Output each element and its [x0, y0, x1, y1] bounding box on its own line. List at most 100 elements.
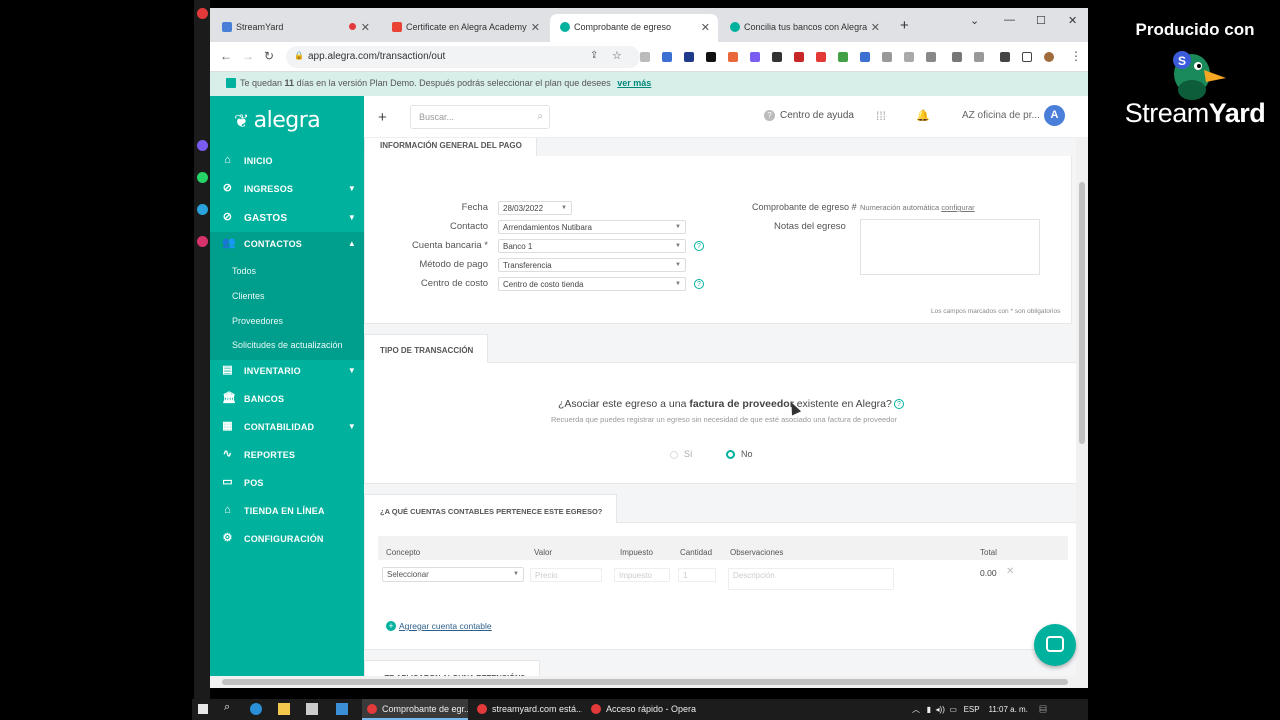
tab-comprobante[interactable]: Comprobante de egreso ✕	[550, 14, 718, 42]
tray-chevron-icon[interactable]: ︿	[912, 705, 920, 714]
sidebar-item-bancos[interactable]: 🏛 BANCOS	[210, 385, 364, 413]
extension-icon[interactable]	[974, 52, 984, 62]
browser-menu-icon[interactable]: ⋮	[1070, 49, 1082, 63]
language-indicator[interactable]: ESP	[964, 705, 980, 714]
tab-streamyard[interactable]: StreamYard ✕	[212, 14, 378, 42]
bank-help-icon[interactable]: ?	[694, 241, 704, 251]
radio-yes[interactable]: Sí	[670, 449, 693, 459]
date-field[interactable]: 28/03/2022 ▼	[498, 201, 572, 215]
see-more-link[interactable]: ver más	[617, 78, 651, 88]
avatar[interactable]: A	[1044, 105, 1065, 126]
extension-icon[interactable]	[882, 52, 892, 62]
bookmark-star-icon[interactable]: ☆	[612, 49, 622, 62]
reload-icon[interactable]: ↻	[264, 49, 274, 63]
extension-icon[interactable]	[926, 52, 936, 62]
radio-no[interactable]: No	[726, 449, 753, 460]
taskbar-app-streamyard[interactable]: streamyard.com está...	[472, 699, 582, 720]
transaction-help-icon[interactable]: ?	[894, 399, 904, 409]
taskbar-app-opera[interactable]: Acceso rápido - Opera	[586, 699, 696, 720]
extension-icon[interactable]	[640, 52, 650, 62]
extension-icon[interactable]	[860, 52, 870, 62]
close-tab-icon[interactable]: ✕	[701, 21, 710, 34]
extension-icon[interactable]	[904, 52, 914, 62]
windows-start-icon[interactable]	[198, 704, 208, 714]
close-window-button[interactable]: ✕	[1068, 14, 1077, 27]
share-icon[interactable]: ⇪	[590, 50, 598, 61]
close-tab-icon[interactable]: ✕	[871, 21, 880, 34]
extension-icon[interactable]	[728, 52, 738, 62]
back-arrow-icon[interactable]: ←	[220, 49, 232, 63]
submenu-item-solicitudes[interactable]: Solicitudes de actualización	[232, 340, 343, 350]
chat-support-button[interactable]	[1034, 624, 1076, 666]
vertical-scrollbar[interactable]	[1076, 138, 1088, 688]
url-input[interactable]: 🔒 app.alegra.com/transaction/out	[286, 46, 640, 68]
extension-icon[interactable]	[952, 52, 962, 62]
extension-icon[interactable]	[684, 52, 694, 62]
mail-icon[interactable]	[336, 703, 348, 715]
apps-grid-icon[interactable]: ⁞⁞⁞	[876, 109, 886, 123]
close-tab-icon[interactable]: ✕	[361, 21, 370, 34]
sidebar-item-gastos[interactable]: ⊘ GASTOS ▼	[210, 204, 364, 232]
cost-center-help-icon[interactable]: ?	[694, 279, 704, 289]
extension-icon[interactable]	[772, 52, 782, 62]
notifications-icon[interactable]: ▤	[1039, 705, 1047, 714]
extension-icon[interactable]	[794, 52, 804, 62]
extension-icon[interactable]	[750, 52, 760, 62]
concept-select[interactable]: Seleccionar ▼	[382, 567, 524, 582]
store-icon[interactable]	[306, 703, 318, 715]
horizontal-scrollbar[interactable]	[210, 676, 1088, 688]
description-input[interactable]: Descripción	[728, 568, 894, 590]
sidebar-item-ingresos[interactable]: ⊘ INGRESOS ▼	[210, 175, 364, 203]
submenu-item-clientes[interactable]: Clientes	[232, 291, 265, 301]
scrollbar-thumb[interactable]	[222, 679, 1068, 685]
puzzle-extensions-icon[interactable]	[1000, 52, 1010, 62]
search-input[interactable]: Buscar... ⌕	[410, 105, 550, 129]
tax-select[interactable]: Impuesto	[614, 568, 670, 582]
close-tab-icon[interactable]: ✕	[531, 21, 540, 34]
extension-icon[interactable]	[838, 52, 848, 62]
submenu-item-todos[interactable]: Todos	[232, 266, 256, 276]
search-icon[interactable]: ⌕	[224, 701, 236, 713]
sidebar-item-inventario[interactable]: ▤ INVENTARIO ▼	[210, 357, 364, 385]
taskbar-app-comprobante[interactable]: Comprobante de egr...	[362, 699, 468, 720]
tab-certificate[interactable]: Certificate en Alegra Academy ✕	[382, 14, 548, 42]
new-tab-button[interactable]: +	[900, 17, 909, 34]
help-center-link[interactable]: ? Centro de ayuda	[764, 110, 854, 121]
add-account-link[interactable]: + Agregar cuenta contable	[386, 621, 492, 631]
bell-icon[interactable]: 🔔	[916, 109, 930, 122]
quantity-stepper[interactable]: 1	[678, 568, 716, 582]
cost-center-select[interactable]: Centro de costo tienda ▼	[498, 277, 686, 291]
file-explorer-icon[interactable]	[278, 703, 290, 715]
extension-icon[interactable]	[816, 52, 826, 62]
edge-icon[interactable]	[250, 703, 262, 715]
network-icon[interactable]: ▭	[949, 705, 957, 714]
submenu-item-proveedores[interactable]: Proveedores	[232, 316, 283, 326]
price-input[interactable]: Precio	[530, 568, 602, 582]
notes-textarea[interactable]	[860, 219, 1040, 275]
battery-icon[interactable]: ▮	[927, 705, 931, 714]
extension-icon[interactable]	[662, 52, 672, 62]
payment-method-select[interactable]: Transferencia ▼	[498, 258, 686, 272]
quick-add-button[interactable]: +	[378, 109, 387, 126]
sidebar-item-configuracion[interactable]: ⚙ CONFIGURACIÓN	[210, 525, 364, 553]
forward-arrow-icon[interactable]: →	[242, 49, 254, 63]
extension-icon[interactable]	[706, 52, 716, 62]
minimize-button[interactable]: —	[1004, 14, 1015, 26]
sidebar-toggle-icon[interactable]	[1022, 52, 1032, 62]
tab-search-icon[interactable]: ⌄	[970, 14, 979, 27]
bank-account-select[interactable]: Banco 1 ▼	[498, 239, 686, 253]
sidebar-item-reportes[interactable]: ∿ REPORTES	[210, 441, 364, 469]
sidebar-item-inicio[interactable]: ⌂ INICIO	[210, 147, 364, 175]
sidebar-item-tienda[interactable]: ⌂ TIENDA EN LÍNEA	[210, 497, 364, 525]
volume-icon[interactable]: ◂))	[936, 705, 945, 714]
clock[interactable]: 11:07 a. m.	[988, 705, 1027, 714]
maximize-button[interactable]: ☐	[1036, 14, 1046, 27]
scrollbar-thumb[interactable]	[1079, 182, 1085, 444]
company-name[interactable]: AZ oficina de pr...	[962, 110, 1040, 121]
alegra-logo[interactable]: ❦ alegra	[234, 108, 321, 133]
contact-select[interactable]: Arrendamientos Nutibara ▼	[498, 220, 686, 234]
sidebar-item-pos[interactable]: ▭ POS	[210, 469, 364, 497]
profile-avatar-icon[interactable]	[1044, 52, 1054, 62]
sidebar-item-contactos[interactable]: 👥 CONTACTOS ▲	[210, 232, 364, 254]
configure-link[interactable]: configurar	[941, 203, 974, 212]
